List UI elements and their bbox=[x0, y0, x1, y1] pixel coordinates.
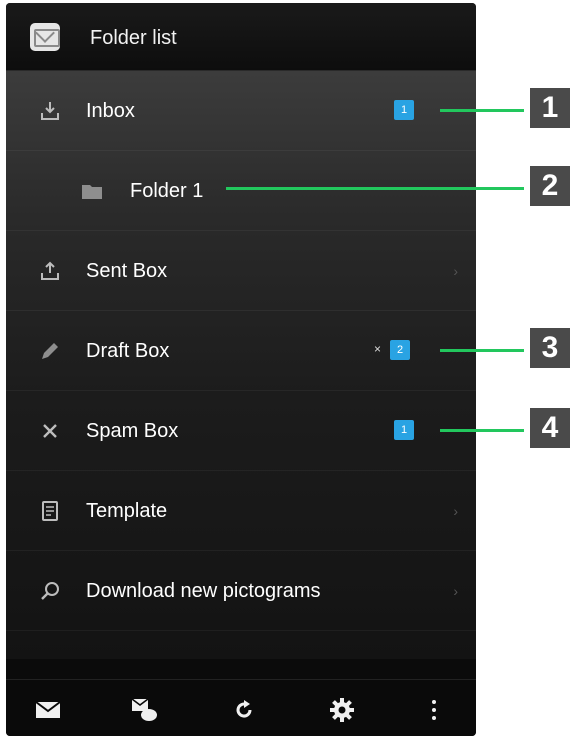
callout-line-1 bbox=[440, 109, 524, 112]
folder-item-download-pictograms[interactable]: Download new pictograms › bbox=[6, 551, 476, 631]
download-tray-icon bbox=[38, 99, 62, 123]
folder-item-spam-box[interactable]: Spam Box 1 bbox=[6, 391, 476, 471]
folder-label-draft-box: Draft Box bbox=[86, 340, 170, 362]
folder-item-template[interactable]: Template › bbox=[6, 471, 476, 551]
callout-number-2: 2 bbox=[530, 166, 570, 206]
folder-item-inbox[interactable]: Inbox 1 bbox=[6, 71, 476, 151]
phone-screen: Folder list Inbox 1 Folder 1 Sent Box › … bbox=[6, 3, 476, 736]
callout-number-4: 4 bbox=[530, 408, 570, 448]
bottom-toolbar bbox=[6, 679, 476, 736]
chevron-right-icon: › bbox=[453, 263, 458, 279]
document-icon bbox=[38, 499, 62, 523]
envelope-icon[interactable] bbox=[18, 680, 78, 736]
mail-app-icon bbox=[30, 23, 60, 51]
folder-label-spam-box: Spam Box bbox=[86, 420, 179, 442]
callout-number-3: 3 bbox=[530, 328, 570, 368]
folder-label-inbox: Inbox bbox=[86, 100, 135, 122]
callout-line-4 bbox=[440, 429, 524, 432]
unread-count-badge: 2 bbox=[390, 340, 410, 360]
folder-item-sent-box[interactable]: Sent Box › bbox=[6, 231, 476, 311]
folder-label-template: Template bbox=[86, 500, 168, 522]
pencil-icon bbox=[38, 339, 62, 363]
folder-icon bbox=[80, 179, 104, 203]
refresh-icon[interactable] bbox=[214, 680, 274, 736]
folder-item-draft-box[interactable]: Draft Box × 2 bbox=[6, 311, 476, 391]
title-bar: Folder list bbox=[6, 3, 476, 71]
folder-label-download-pictograms: Download new pictograms bbox=[86, 580, 321, 602]
callout-number-1: 1 bbox=[530, 88, 570, 128]
compose-icon[interactable] bbox=[114, 680, 174, 736]
unread-count-badge: 1 bbox=[394, 100, 414, 120]
folder-item-folder-1[interactable]: Folder 1 bbox=[6, 151, 476, 231]
callout-line-3 bbox=[440, 349, 524, 352]
gear-icon[interactable] bbox=[312, 680, 372, 736]
unread-count-badge: 1 bbox=[394, 420, 414, 440]
marker-x: × bbox=[374, 342, 382, 356]
callout-line-2 bbox=[226, 187, 524, 190]
chevron-right-icon: › bbox=[453, 503, 458, 519]
page-title: Folder list bbox=[90, 27, 177, 49]
x-icon bbox=[38, 419, 62, 443]
overflow-menu-icon[interactable] bbox=[404, 680, 464, 736]
search-icon bbox=[38, 579, 62, 603]
folder-label-folder-1: Folder 1 bbox=[130, 180, 204, 202]
folder-label-sent-box: Sent Box bbox=[86, 260, 168, 282]
folder-list: Inbox 1 Folder 1 Sent Box › Draft Box × … bbox=[6, 71, 476, 659]
chevron-right-icon: › bbox=[453, 583, 458, 599]
upload-tray-icon bbox=[38, 259, 62, 283]
